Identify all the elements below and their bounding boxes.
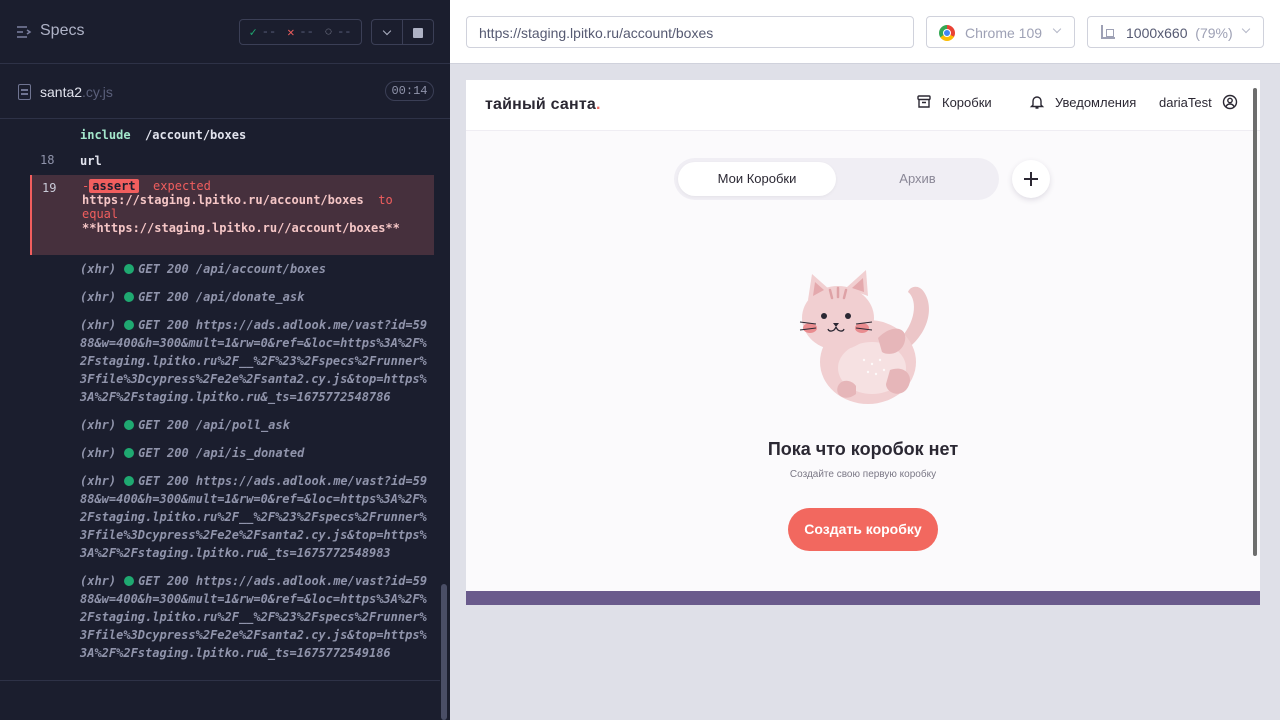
xhr-text: GET 200 /api/account/boxes bbox=[138, 262, 326, 276]
assert-expected: **https://staging.lpitko.ru//account/box… bbox=[82, 221, 400, 235]
viewport-icon bbox=[1101, 25, 1115, 39]
xhr-text: GET 200 https://ads.adlook.me/vast?id=59… bbox=[80, 318, 428, 404]
xhr-label: (xhr) bbox=[80, 446, 117, 460]
command-log-scrollbar[interactable] bbox=[441, 584, 447, 720]
run-duration: 00:14 bbox=[385, 81, 434, 101]
assert-tag: assert bbox=[89, 179, 139, 193]
logo-dot: . bbox=[595, 96, 601, 113]
command-row-include[interactable]: include /account/boxes bbox=[30, 120, 434, 142]
nav-notifications[interactable]: Уведомления bbox=[1029, 94, 1136, 110]
command-row-url[interactable]: 18 url bbox=[30, 152, 434, 174]
app-scrollbar[interactable] bbox=[1253, 88, 1257, 556]
empty-state-subtitle: Создайте свою первую коробку bbox=[789, 469, 937, 480]
chevron-down-icon bbox=[1052, 24, 1062, 34]
status-dot-icon bbox=[124, 320, 135, 330]
runner-panel: Specs ✓ -- ✕ -- ◌ -- santa2.cy.js 00:14 inc… bbox=[0, 0, 450, 720]
xhr-label: (xhr) bbox=[80, 574, 117, 588]
file-extension: .cy.js bbox=[82, 84, 113, 100]
stop-icon bbox=[413, 28, 423, 38]
passed-stat: ✓ -- bbox=[250, 25, 277, 40]
assert-word-equal: equal bbox=[82, 207, 119, 221]
username: dariaTest bbox=[1159, 94, 1212, 110]
tab-archive[interactable]: Архив bbox=[840, 162, 995, 196]
cross-icon: ✕ bbox=[287, 25, 295, 40]
chrome-icon bbox=[939, 25, 955, 41]
status-dot-icon bbox=[124, 420, 135, 430]
nav-boxes[interactable]: Коробки bbox=[916, 94, 992, 110]
specs-header: Specs ✓ -- ✕ -- ◌ -- bbox=[0, 0, 450, 64]
check-icon: ✓ bbox=[249, 25, 257, 40]
assert-actual: https://staging.lpitko.ru/account/boxes bbox=[82, 193, 364, 207]
xhr-label: (xhr) bbox=[80, 474, 117, 488]
specs-label[interactable]: Specs bbox=[40, 22, 84, 40]
file-icon bbox=[18, 84, 31, 100]
xhr-text: GET 200 https://ads.adlook.me/vast?id=59… bbox=[80, 574, 428, 660]
command-log[interactable]: include /account/boxes 18 url 19 - assert… bbox=[30, 120, 434, 666]
command-arg: /account/boxes bbox=[145, 128, 247, 142]
chevron-down-icon bbox=[1241, 24, 1251, 34]
app-frame: тайный санта. Коробки Уведомления dariaT… bbox=[466, 80, 1260, 591]
nav-notifications-label: Уведомления bbox=[1055, 94, 1137, 110]
user-icon bbox=[1222, 94, 1237, 110]
chevron-down-icon bbox=[382, 26, 392, 36]
create-box-button[interactable]: Создать коробку bbox=[788, 508, 938, 551]
bell-icon bbox=[1029, 96, 1045, 109]
viewport-size: 1000x660 bbox=[1126, 25, 1188, 41]
assert-word-expected: expected bbox=[153, 179, 211, 193]
site-header: тайный санта. Коробки Уведомления dariaT… bbox=[466, 80, 1260, 131]
command-row-assert-failed[interactable]: 19 - assert expected https://staging.lpit… bbox=[30, 175, 434, 255]
aut-panel: https://staging.lpitko.ru/account/boxes … bbox=[450, 0, 1280, 720]
assert-word-to: to bbox=[378, 193, 393, 207]
nav-boxes-label: Коробки bbox=[942, 94, 992, 110]
add-box-button[interactable] bbox=[1012, 160, 1050, 198]
xhr-text: GET 200 /api/poll_ask bbox=[138, 418, 290, 432]
status-dot-icon bbox=[124, 476, 135, 486]
spec-file-name[interactable]: santa2.cy.js bbox=[40, 84, 113, 100]
failed-stat: ✕ -- bbox=[287, 25, 314, 40]
command-number: 19 bbox=[42, 181, 57, 195]
failed-count: -- bbox=[299, 25, 314, 39]
empty-state-title: Пока что коробок нет bbox=[767, 439, 959, 459]
cat-illustration bbox=[799, 270, 929, 404]
xhr-label: (xhr) bbox=[80, 418, 117, 432]
viewport-selector[interactable]: 1000x660 (79%) bbox=[1087, 16, 1264, 48]
specs-icon[interactable] bbox=[16, 24, 32, 40]
command-number: 18 bbox=[40, 153, 55, 167]
site-logo[interactable]: тайный санта. bbox=[485, 96, 601, 114]
site-footer bbox=[466, 591, 1260, 605]
stop-button[interactable] bbox=[403, 19, 434, 45]
spec-file-header: santa2.cy.js 00:14 bbox=[0, 65, 450, 119]
logo-text: тайный санта bbox=[485, 96, 596, 113]
xhr-label: (xhr) bbox=[80, 290, 117, 304]
browser-label: Chrome 109 bbox=[965, 25, 1043, 41]
command-name: include bbox=[80, 128, 131, 142]
test-stats: ✓ -- ✕ -- ◌ -- bbox=[239, 19, 362, 45]
command-name: url bbox=[80, 154, 102, 168]
pending-stat: ◌ -- bbox=[325, 25, 352, 39]
viewport-zoom: (79%) bbox=[1195, 25, 1233, 41]
chevron-down-button[interactable] bbox=[371, 19, 403, 45]
pending-count: -- bbox=[337, 25, 352, 39]
divider bbox=[0, 680, 440, 681]
xhr-label: (xhr) bbox=[80, 318, 117, 332]
status-dot-icon bbox=[124, 448, 135, 458]
passed-count: -- bbox=[261, 25, 277, 39]
aut-toolbar: https://staging.lpitko.ru/account/boxes … bbox=[450, 0, 1280, 64]
browser-selector[interactable]: Chrome 109 bbox=[926, 16, 1075, 48]
tab-my-boxes[interactable]: Мои Коробки bbox=[678, 162, 836, 196]
spinner-icon: ◌ bbox=[324, 25, 333, 39]
xhr-text: GET 200 /api/donate_ask bbox=[138, 290, 305, 304]
boxes-tabs: Мои Коробки Архив bbox=[674, 158, 999, 200]
status-dot-icon bbox=[124, 576, 135, 586]
status-dot-icon bbox=[124, 264, 135, 274]
xhr-text: GET 200 https://ads.adlook.me/vast?id=59… bbox=[80, 474, 428, 560]
clipped-line bbox=[80, 120, 87, 124]
xhr-label: (xhr) bbox=[80, 262, 117, 276]
nav-user[interactable]: dariaTest bbox=[1159, 94, 1238, 110]
xhr-text: GET 200 /api/is_donated bbox=[138, 446, 305, 460]
box-icon bbox=[917, 95, 931, 108]
status-dot-icon bbox=[124, 292, 135, 302]
file-basename: santa2 bbox=[40, 84, 83, 100]
url-field[interactable]: https://staging.lpitko.ru/account/boxes bbox=[466, 16, 914, 48]
